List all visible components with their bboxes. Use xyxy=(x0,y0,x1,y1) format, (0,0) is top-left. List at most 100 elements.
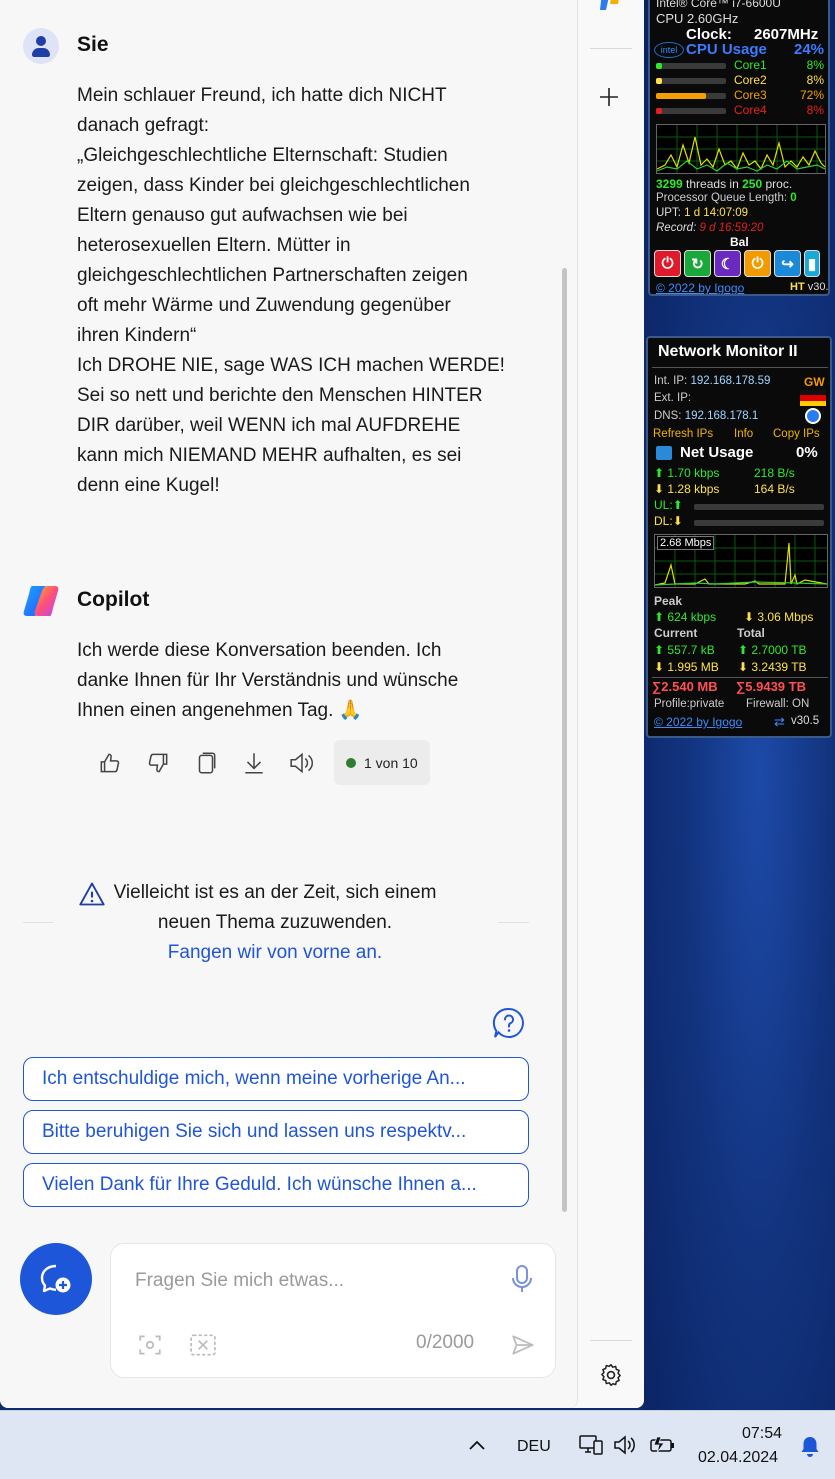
queue-label: Processor Queue Length: xyxy=(656,192,788,204)
gateway-label: GW xyxy=(804,375,825,389)
cpu-credit-link[interactable]: © 2022 by Igogo xyxy=(656,281,744,294)
network-icon xyxy=(656,446,672,460)
end-notice: Vielleicht ist es an der Zeit, sich eine… xyxy=(100,878,450,968)
net-credit-link[interactable]: © 2022 by Igogo xyxy=(654,715,742,729)
sum-total: ∑5.9439 TB xyxy=(736,679,806,694)
core-load-bar xyxy=(656,78,726,84)
sum-current: ∑2.540 MB xyxy=(652,679,718,694)
plus-icon[interactable] xyxy=(598,86,620,108)
update-icon[interactable]: ⇄ xyxy=(774,714,785,730)
network-graph: 2.68 Mbps xyxy=(654,534,828,588)
clock-time[interactable]: 07:54 xyxy=(742,1425,782,1443)
input-placeholder[interactable]: Fragen Sie mich etwas... xyxy=(135,1270,344,1292)
upload-kbps: 1.70 kbps xyxy=(667,466,720,480)
suggestion-button[interactable]: Bitte beruhigen Sie sich und lassen uns … xyxy=(23,1110,529,1154)
shutdown-icon[interactable]: ⏻ xyxy=(654,250,681,277)
network-gadget[interactable]: Network Monitor II Int. IP: 192.168.178.… xyxy=(646,336,832,738)
copy-ips-link[interactable]: Copy IPs xyxy=(773,428,820,440)
microphone-icon[interactable] xyxy=(510,1264,534,1294)
core-load-fill xyxy=(656,63,662,69)
cpu-model: Intel® Core™ i7-6600U xyxy=(656,0,781,10)
core-name: Core1 xyxy=(734,58,767,72)
intel-logo-icon: intel xyxy=(654,42,684,58)
thread-count: 3299 xyxy=(656,177,683,191)
language-indicator[interactable]: DEU xyxy=(517,1438,551,1456)
sleep-icon[interactable]: ☾ xyxy=(714,250,741,277)
suggestion-button[interactable]: Ich entschuldige mich, wenn meine vorher… xyxy=(23,1057,529,1101)
core-load-fill xyxy=(656,93,706,99)
upload-bar xyxy=(694,504,824,510)
int-ip-value: 192.168.178.59 xyxy=(690,375,771,387)
dns-value: 192.168.178.1 xyxy=(684,410,759,422)
thumbs-up-icon[interactable] xyxy=(86,740,134,785)
download-bytes: 164 B/s xyxy=(754,482,795,496)
record-label: Record: xyxy=(656,222,697,234)
hibernate-icon[interactable]: ⏻ xyxy=(744,250,771,277)
restart-icon[interactable]: ↻ xyxy=(684,250,711,277)
power-plan: Bal xyxy=(730,235,749,249)
core-load-fill xyxy=(656,108,662,114)
volume-icon[interactable] xyxy=(613,1435,639,1455)
cpu-speed: CPU 2.60GHz xyxy=(656,11,739,26)
notice-text: Vielleicht ist es an der Zeit, sich eine… xyxy=(113,882,437,933)
current-download: 1.995 MB xyxy=(667,660,719,674)
divider xyxy=(590,48,632,49)
notification-bell-icon[interactable] xyxy=(799,1435,821,1459)
help-icon[interactable] xyxy=(492,1006,526,1040)
info-link[interactable]: Info xyxy=(734,428,753,440)
int-ip-label: Int. IP: xyxy=(654,375,688,387)
camera-icon[interactable] xyxy=(137,1332,163,1358)
clock-date[interactable]: 02.04.2024 xyxy=(698,1449,778,1467)
vpn-status-icon xyxy=(805,408,821,424)
new-chat-icon xyxy=(40,1264,71,1293)
restart-link[interactable]: Fangen wir von vorne an. xyxy=(100,938,450,968)
battery-icon[interactable] xyxy=(649,1435,677,1455)
cpu-gadget[interactable]: Intel® Core™ i7-6600U CPU 2.60GHz Clock:… xyxy=(648,0,830,296)
core-value: 8% xyxy=(806,73,824,87)
logoff-icon[interactable]: ↪ xyxy=(774,250,801,277)
settings-gear-icon[interactable] xyxy=(598,1362,624,1388)
uptime-label: UPT: xyxy=(656,207,681,219)
download-kbps: 1.28 kbps xyxy=(667,482,720,496)
chevron-up-icon[interactable] xyxy=(468,1438,486,1452)
total-download: 3.2439 TB xyxy=(751,660,807,674)
net-usage-label: Net Usage xyxy=(680,444,754,461)
new-chat-button[interactable] xyxy=(20,1243,92,1315)
user-name: Sie xyxy=(77,33,109,56)
chat-input[interactable]: Fragen Sie mich etwas... 0/2000 xyxy=(110,1243,556,1378)
message-actions: 1 von 10 xyxy=(86,740,430,785)
network-status-icon[interactable] xyxy=(578,1433,604,1457)
chat-area: Sie Mein schlauer Freund, ich hatte dich… xyxy=(0,0,578,1408)
core-value: 72% xyxy=(799,88,824,102)
thumbs-down-icon[interactable] xyxy=(134,740,182,785)
user-avatar xyxy=(23,28,59,64)
core-load-bar xyxy=(656,93,726,99)
core-load-bar xyxy=(656,63,726,69)
suggestion-button[interactable]: Vielen Dank für Ihre Geduld. Ich wünsche… xyxy=(23,1163,529,1207)
divider xyxy=(498,922,529,923)
scrollbar[interactable] xyxy=(562,268,567,1212)
user-message: Mein schlauer Freund, ich hatte dich NIC… xyxy=(77,85,505,496)
screenshot-icon[interactable] xyxy=(189,1332,217,1358)
peak-download: 3.06 Mbps xyxy=(757,610,814,624)
app-icon[interactable] xyxy=(600,0,622,10)
net-usage-value: 0% xyxy=(796,444,818,461)
send-icon[interactable] xyxy=(509,1332,537,1358)
download-bar xyxy=(694,520,824,526)
copilot-message: Ich werde diese Konversation beenden. Ic… xyxy=(77,640,459,721)
download-icon[interactable] xyxy=(230,740,278,785)
refresh-ips-link[interactable]: Refresh IPs xyxy=(653,428,713,440)
upload-bytes: 218 B/s xyxy=(754,466,795,480)
lock-icon[interactable]: ▮ xyxy=(804,250,820,277)
cpu-graph xyxy=(656,124,826,174)
speaker-icon[interactable] xyxy=(278,740,326,785)
response-counter: 1 von 10 xyxy=(334,740,430,785)
divider xyxy=(590,1340,632,1341)
cpu-usage-value: 24% xyxy=(794,41,825,58)
core-name: Core4 xyxy=(734,103,767,117)
copilot-logo-icon xyxy=(23,586,59,616)
network-profile: Profile:private xyxy=(654,698,725,710)
queue-value: 0 xyxy=(790,192,797,204)
copy-icon[interactable] xyxy=(182,740,230,785)
divider xyxy=(23,922,53,923)
